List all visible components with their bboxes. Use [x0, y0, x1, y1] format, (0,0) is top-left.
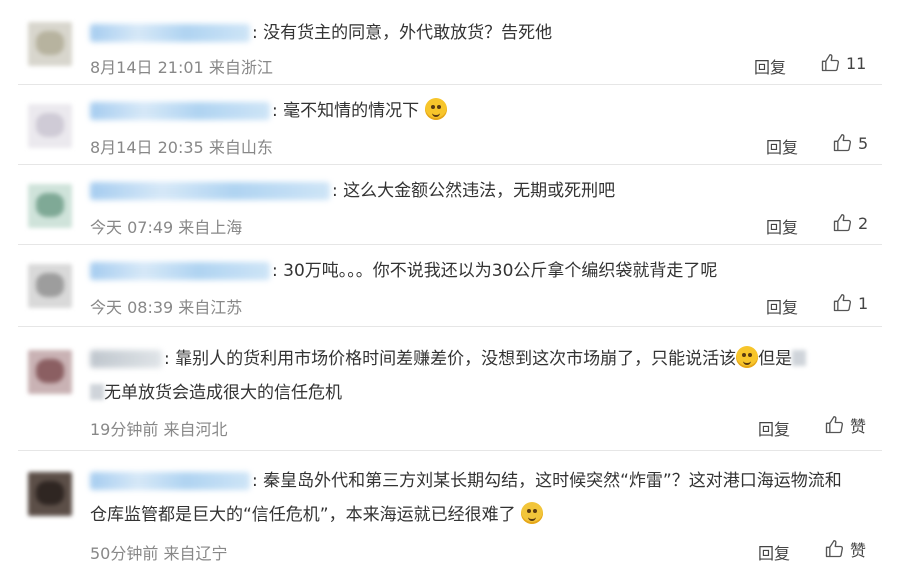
avatar[interactable] — [28, 350, 72, 394]
avatar[interactable] — [28, 264, 72, 308]
like-count: 11 — [846, 53, 867, 73]
username[interactable] — [90, 262, 270, 280]
comment-text: : 毫不知情的情况下 — [272, 94, 447, 128]
thumbs-up-icon — [821, 54, 839, 72]
like-button[interactable]: 11 — [820, 52, 866, 74]
comment-text-part: 无单放货会造成很大的信任危机 — [104, 383, 342, 403]
like-button[interactable]: 赞 — [824, 414, 866, 436]
like-button[interactable]: 5 — [832, 132, 868, 154]
username[interactable] — [90, 350, 162, 368]
comment-meta: 今天 07:49 来自上海 — [90, 218, 243, 237]
comment-text: : 靠别人的货利用市场价格时间差赚差价，没想到这次市场崩了，只能说活该 但是 — [164, 342, 807, 376]
like-count: 赞 — [850, 417, 867, 436]
comment-item: : 30万吨。。。你不说我还以为30公斤拿个编织袋就背走了呢 今天 08:39 … — [0, 246, 900, 326]
reply-button[interactable]: 回复 — [766, 214, 798, 238]
thumbs-up-icon — [833, 294, 851, 312]
comment-meta: 19分钟前 来自河北 — [90, 420, 228, 439]
comment-text-part: 但是 — [758, 349, 793, 369]
divider — [18, 84, 882, 85]
redaction — [90, 384, 104, 400]
comment-text-line2: 仓库监管都是巨大的“信任危机”，本来海运就已经很难了 — [90, 498, 544, 532]
emoji-icon — [521, 502, 544, 524]
redaction — [792, 350, 807, 366]
comment-item: : 没有货主的同意，外代敢放货？告死他 8月14日 21:01 来自浙江 回复 … — [0, 0, 900, 80]
avatar[interactable] — [28, 184, 72, 228]
like-count: 赞 — [850, 541, 867, 560]
like-count: 5 — [858, 133, 869, 153]
like-count: 2 — [858, 213, 869, 233]
avatar[interactable] — [28, 22, 72, 66]
divider — [18, 164, 882, 165]
username[interactable] — [90, 24, 250, 42]
comment-text: : 没有货主的同意，外代敢放货？告死他 — [252, 23, 553, 43]
comment-meta: 今天 08:39 来自江苏 — [90, 298, 243, 317]
divider — [18, 244, 882, 245]
comment-text-part: : 毫不知情的情况下 — [272, 101, 420, 121]
like-button[interactable]: 2 — [832, 212, 868, 234]
like-button[interactable]: 赞 — [824, 538, 866, 560]
like-button[interactable]: 1 — [832, 292, 868, 314]
comment-text: : 秦皇岛外代和第三方刘某长期勾结，这时候突然“炸雷”？这对港口海运物流和 — [252, 471, 842, 491]
username[interactable] — [90, 102, 270, 120]
reply-button[interactable]: 回复 — [754, 54, 786, 78]
divider — [18, 326, 882, 327]
reply-button[interactable]: 回复 — [766, 134, 798, 158]
username[interactable] — [90, 472, 250, 490]
comment-meta: 8月14日 20:35 来自山东 — [90, 138, 273, 157]
thumbs-up-icon — [825, 416, 843, 434]
comment-text-part: : 靠别人的货利用市场价格时间差赚差价，没想到这次市场崩了，只能说活该 — [164, 349, 737, 369]
emoji-icon — [736, 346, 759, 368]
emoji-icon — [424, 98, 447, 120]
avatar[interactable] — [28, 472, 72, 516]
comment-text-part: 仓库监管都是巨大的“信任危机”，本来海运就已经很难了 — [90, 505, 516, 525]
like-count: 1 — [858, 293, 869, 313]
comment-item: : 这么大金额公然违法，无期或死刑吧 今天 07:49 来自上海 回复 2 — [0, 166, 900, 246]
comment-item: : 靠别人的货利用市场价格时间差赚差价，没想到这次市场崩了，只能说活该 但是 无单… — [0, 330, 900, 446]
comment-meta: 50分钟前 来自辽宁 — [90, 544, 228, 563]
comment-text: : 这么大金额公然违法，无期或死刑吧 — [332, 181, 616, 201]
comment-text: : 30万吨。。。你不说我还以为30公斤拿个编织袋就背走了呢 — [272, 261, 718, 281]
username[interactable] — [90, 182, 330, 200]
comment-item: : 毫不知情的情况下 8月14日 20:35 来自山东 回复 5 — [0, 86, 900, 166]
reply-button[interactable]: 回复 — [758, 416, 790, 440]
thumbs-up-icon — [833, 134, 851, 152]
comment-text-line2: 无单放货会造成很大的信任危机 — [90, 376, 342, 410]
reply-button[interactable]: 回复 — [758, 540, 790, 564]
comment-item: : 秦皇岛外代和第三方刘某长期勾结，这时候突然“炸雷”？这对港口海运物流和 仓库… — [0, 452, 900, 575]
thumbs-up-icon — [833, 214, 851, 232]
thumbs-up-icon — [825, 540, 843, 558]
reply-button[interactable]: 回复 — [766, 294, 798, 318]
comment-meta: 8月14日 21:01 来自浙江 — [90, 58, 273, 77]
avatar[interactable] — [28, 104, 72, 148]
divider — [18, 450, 882, 451]
